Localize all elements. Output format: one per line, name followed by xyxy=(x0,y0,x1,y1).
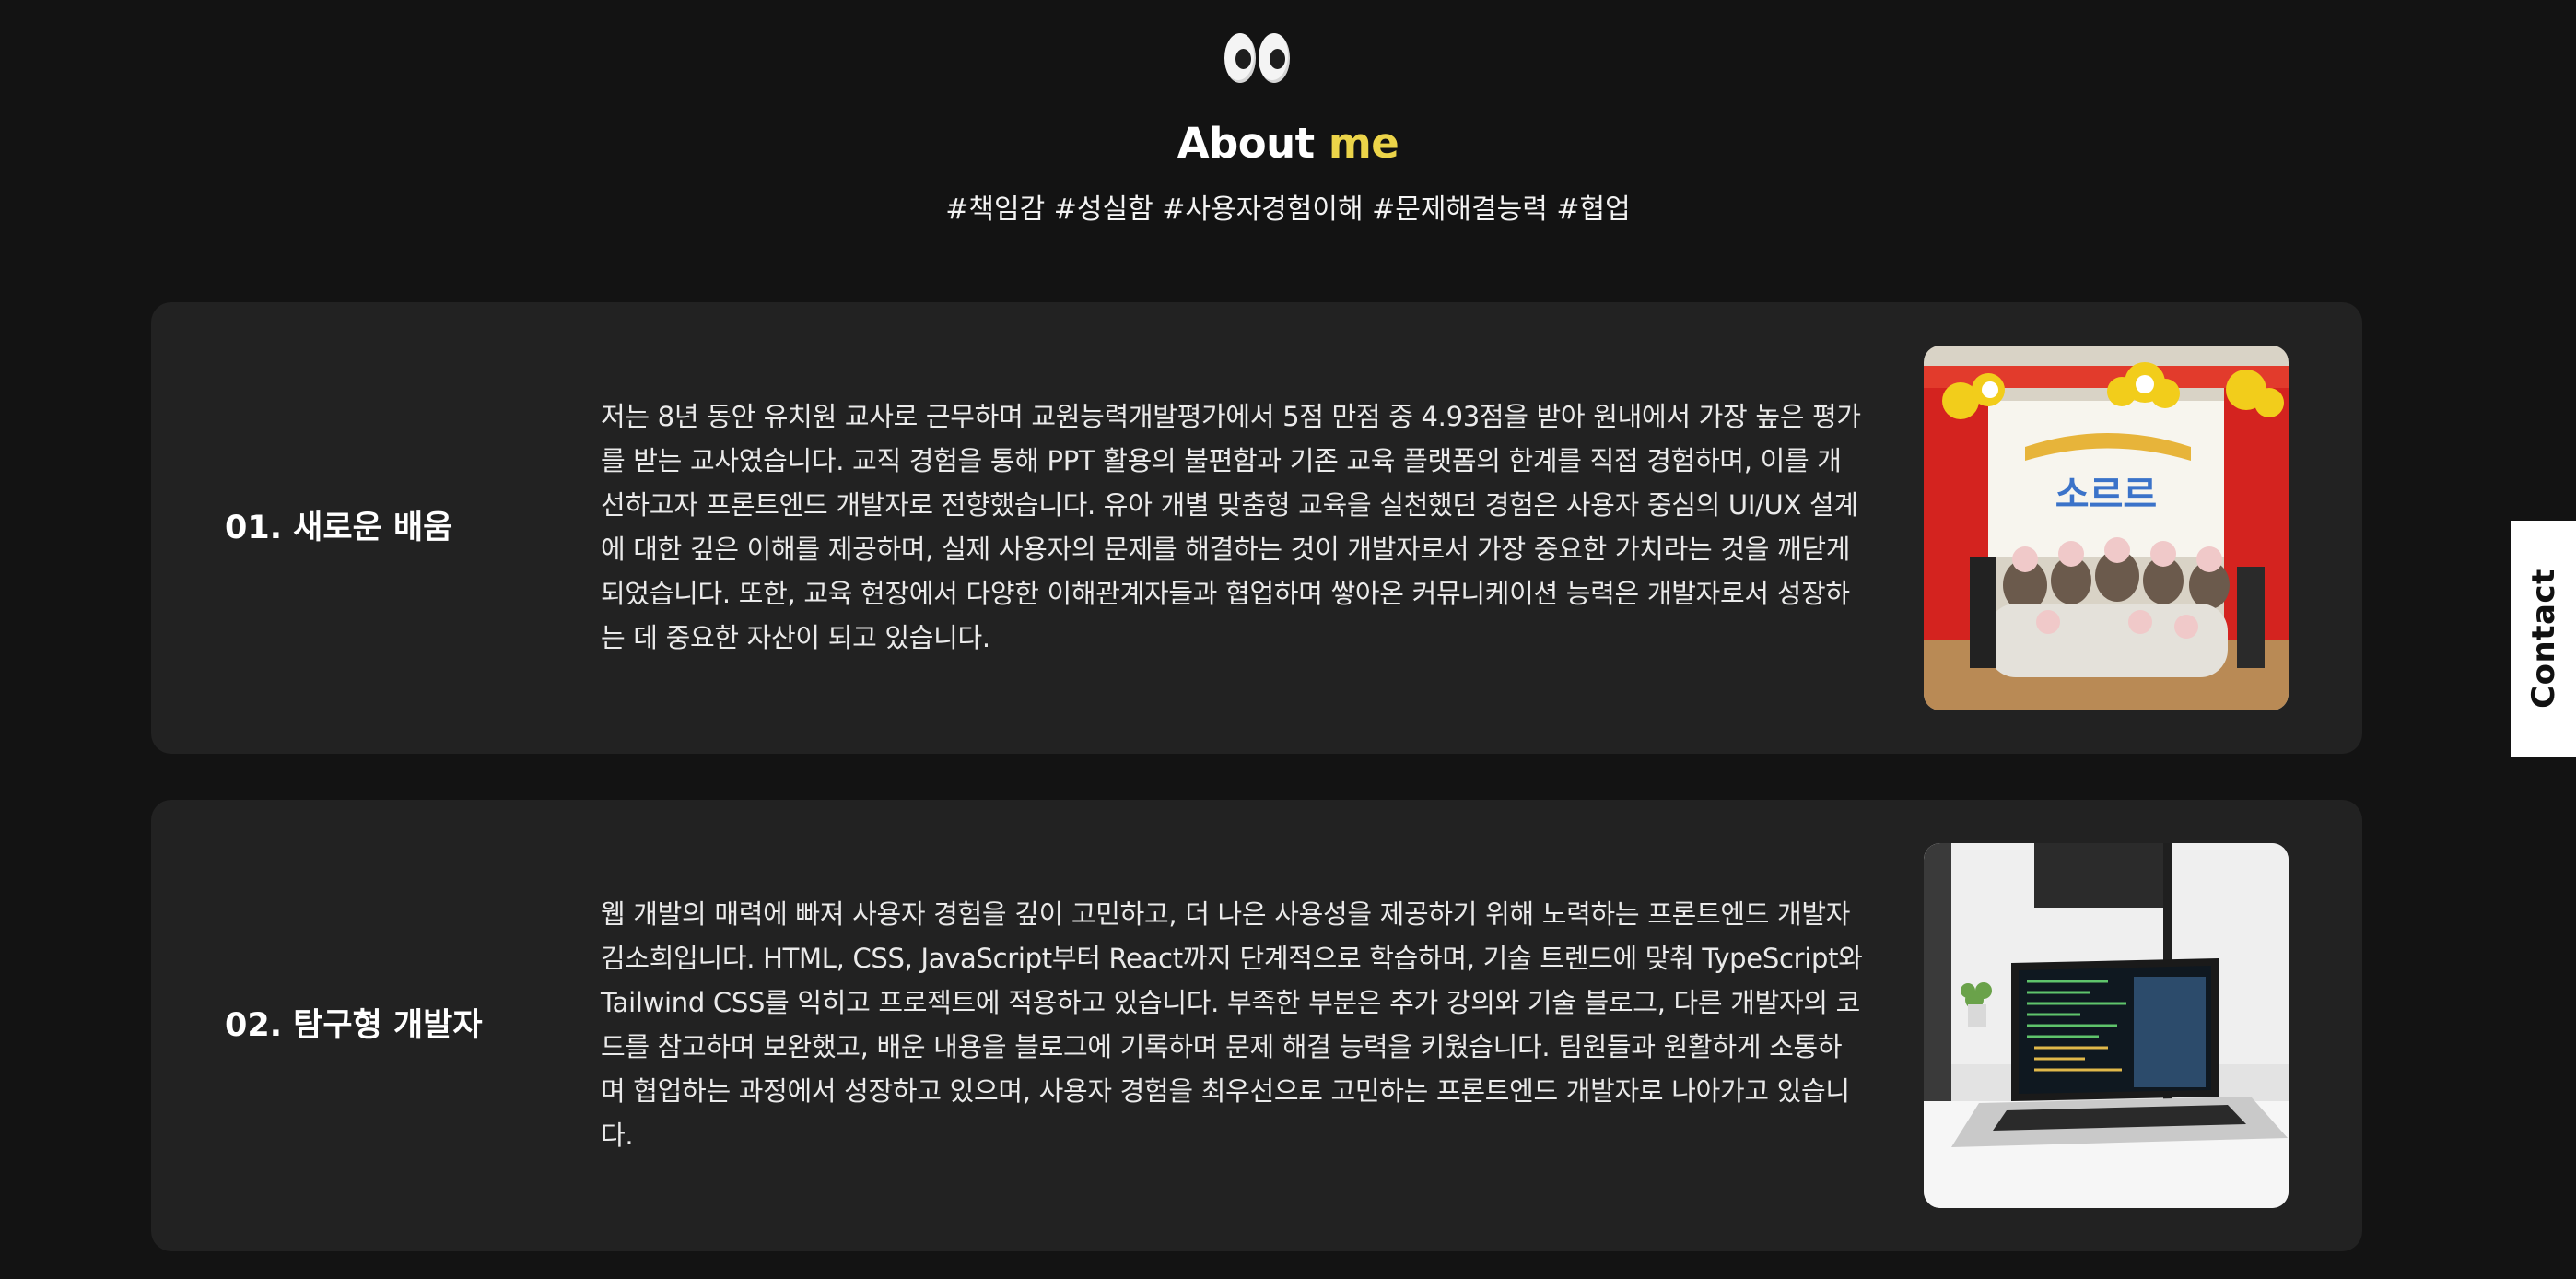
contact-tab-button[interactable]: Contact xyxy=(2511,521,2576,757)
card-description: 웹 개발의 매력에 빠져 사용자 경험을 깊이 고민하고, 더 나은 사용성을 … xyxy=(601,898,1863,1151)
contact-label: Contact xyxy=(2524,569,2562,709)
laptop-photo-image xyxy=(1924,843,2289,1208)
laptop-photo xyxy=(1924,843,2289,1208)
kindergarten-photo-image: 소르르 xyxy=(1924,346,2289,710)
card-title: 02. 탐구형 개발자 xyxy=(225,1007,483,1044)
section-title: About me xyxy=(0,114,2576,173)
title-accent: me xyxy=(1328,119,1399,168)
eyes-icon xyxy=(1224,33,1291,85)
card-title: 01. 새로운 배움 xyxy=(225,510,453,546)
card-description: 저는 8년 동안 유치원 교사로 근무하며 교원능력개발평가에서 5점 만점 중… xyxy=(601,401,1861,653)
title-main: About xyxy=(1177,119,1316,168)
hashtag-list: #책임감 #성실함 #사용자경험이해 #문제해결능력 #협업 xyxy=(945,194,1631,226)
about-card-1: 01. 새로운 배움 저는 8년 동안 유치원 교사로 근무하며 교원능력개발평… xyxy=(151,302,2362,754)
about-card-2: 02. 탐구형 개발자 웹 개발의 매력에 빠져 사용자 경험을 깊이 고민하고… xyxy=(151,800,2362,1251)
kindergarten-class-photo: 소르르 xyxy=(1924,346,2289,710)
banner-text: 소르르 xyxy=(2055,475,2157,515)
